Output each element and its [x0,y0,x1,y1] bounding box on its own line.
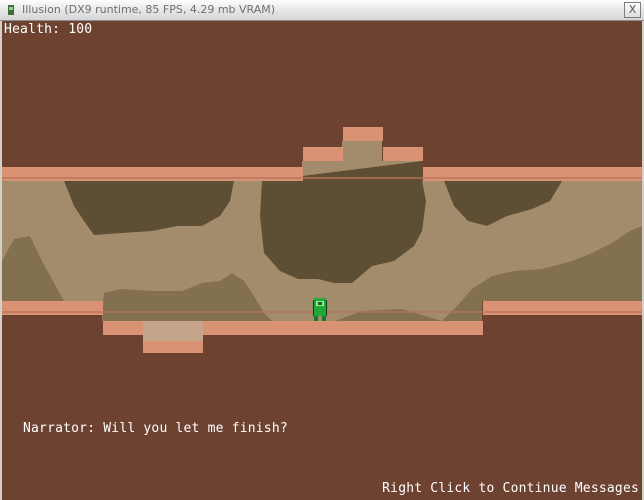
narrator-message: Narrator: Will you let me finish? [23,421,288,436]
title-bar[interactable]: Illusion (DX9 runtime, 85 FPS, 4.29 mb V… [0,0,644,21]
continue-hint: Right Click to Continue Messages [382,481,639,496]
ceiling-edge-step2 [343,127,383,141]
game-viewport[interactable]: Health: 100 Narrator: Will you let me fi… [2,21,642,500]
close-icon: X [628,3,637,16]
floor-edge-center [203,321,483,335]
health-readout: Health: 100 [4,22,93,37]
window-title: Illusion (DX9 runtime, 85 FPS, 4.29 mb V… [22,3,276,16]
game-window: Illusion (DX9 runtime, 85 FPS, 4.29 mb V… [0,0,644,500]
illusion-app-icon [8,5,14,15]
sand-pit-edge [143,341,203,353]
close-button[interactable]: X [624,2,641,18]
floor-edge-step [103,321,143,335]
ceiling-edge-step3 [383,147,423,161]
ceiling-edge-step1 [303,147,343,161]
